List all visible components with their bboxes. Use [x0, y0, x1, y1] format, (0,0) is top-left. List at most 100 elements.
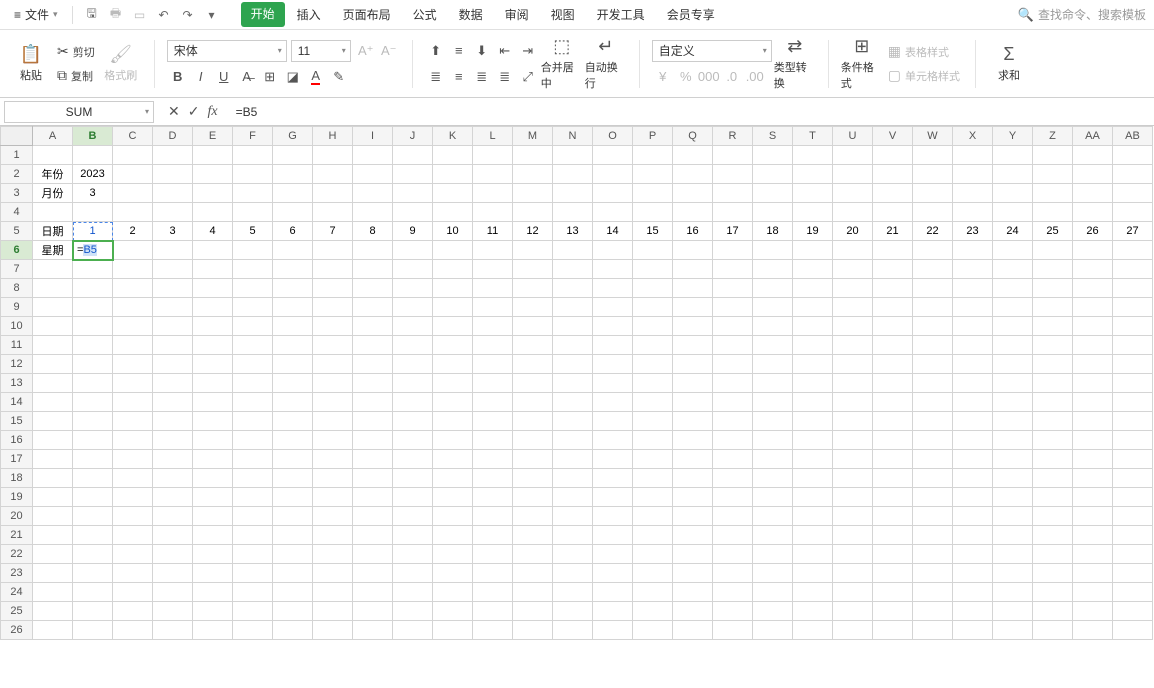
cell-X11[interactable] [953, 336, 993, 355]
cell-P22[interactable] [633, 545, 673, 564]
search-box[interactable]: 🔍 查找命令、搜索模板 [1018, 6, 1146, 23]
cell-P23[interactable] [633, 564, 673, 583]
cell-M25[interactable] [513, 602, 553, 621]
cell-G20[interactable] [273, 507, 313, 526]
cell-R9[interactable] [713, 298, 753, 317]
cell-R4[interactable] [713, 203, 753, 222]
cell-O3[interactable] [593, 184, 633, 203]
cell-F5[interactable]: 5 [233, 222, 273, 241]
cell-X8[interactable] [953, 279, 993, 298]
cell-AB10[interactable] [1113, 317, 1153, 336]
cell-R3[interactable] [713, 184, 753, 203]
cell-Y25[interactable] [993, 602, 1033, 621]
cell-B18[interactable] [73, 469, 113, 488]
cell-V16[interactable] [873, 431, 913, 450]
row-header[interactable]: 7 [1, 260, 33, 279]
cell-R17[interactable] [713, 450, 753, 469]
cell-Q20[interactable] [673, 507, 713, 526]
cell-T26[interactable] [793, 621, 833, 640]
cell-P25[interactable] [633, 602, 673, 621]
column-header[interactable]: Y [993, 127, 1033, 146]
column-header[interactable]: D [153, 127, 193, 146]
cell-B16[interactable] [73, 431, 113, 450]
cell-W23[interactable] [913, 564, 953, 583]
cell-L18[interactable] [473, 469, 513, 488]
cell-D24[interactable] [153, 583, 193, 602]
row-header[interactable]: 2 [1, 165, 33, 184]
cell-L26[interactable] [473, 621, 513, 640]
cell-O16[interactable] [593, 431, 633, 450]
cell-W16[interactable] [913, 431, 953, 450]
cell-I2[interactable] [353, 165, 393, 184]
tab-formulas[interactable]: 公式 [403, 2, 447, 27]
cell-AA7[interactable] [1073, 260, 1113, 279]
cell-E18[interactable] [193, 469, 233, 488]
cell-E6[interactable] [193, 241, 233, 260]
cell-W11[interactable] [913, 336, 953, 355]
cell-I17[interactable] [353, 450, 393, 469]
cell-W21[interactable] [913, 526, 953, 545]
cell-AB11[interactable] [1113, 336, 1153, 355]
border-icon[interactable]: ⊞ [259, 66, 281, 88]
cell-C25[interactable] [113, 602, 153, 621]
cell-Y7[interactable] [993, 260, 1033, 279]
font-size-select[interactable]: 11▾ [291, 40, 351, 62]
fx-icon[interactable]: fx [207, 104, 217, 120]
cell-L7[interactable] [473, 260, 513, 279]
cell-T11[interactable] [793, 336, 833, 355]
cell-A7[interactable] [33, 260, 73, 279]
cell-Y20[interactable] [993, 507, 1033, 526]
cell-C10[interactable] [113, 317, 153, 336]
sum-button[interactable]: Σ 求和 [988, 36, 1030, 92]
cell-V22[interactable] [873, 545, 913, 564]
column-header[interactable]: F [233, 127, 273, 146]
cell-N23[interactable] [553, 564, 593, 583]
cell-AB8[interactable] [1113, 279, 1153, 298]
cell-AB9[interactable] [1113, 298, 1153, 317]
cell-F24[interactable] [233, 583, 273, 602]
align-center-icon[interactable]: ≡ [448, 66, 470, 88]
cell-V5[interactable]: 21 [873, 222, 913, 241]
cell-B3[interactable]: 3 [73, 184, 113, 203]
paste-button[interactable]: 📋 粘贴 [10, 36, 52, 92]
cell-E26[interactable] [193, 621, 233, 640]
cell-E2[interactable] [193, 165, 233, 184]
cell-U9[interactable] [833, 298, 873, 317]
cell-N12[interactable] [553, 355, 593, 374]
cell-G1[interactable] [273, 146, 313, 165]
cell-P2[interactable] [633, 165, 673, 184]
cell-C16[interactable] [113, 431, 153, 450]
cell-I12[interactable] [353, 355, 393, 374]
cell-K17[interactable] [433, 450, 473, 469]
cell-J18[interactable] [393, 469, 433, 488]
cell-AB18[interactable] [1113, 469, 1153, 488]
cell-H20[interactable] [313, 507, 353, 526]
cell-R11[interactable] [713, 336, 753, 355]
cell-I20[interactable] [353, 507, 393, 526]
column-header[interactable]: L [473, 127, 513, 146]
cell-AA12[interactable] [1073, 355, 1113, 374]
column-header[interactable]: W [913, 127, 953, 146]
cell-Z2[interactable] [1033, 165, 1073, 184]
cell-X12[interactable] [953, 355, 993, 374]
cell-N26[interactable] [553, 621, 593, 640]
cell-V14[interactable] [873, 393, 913, 412]
cell-N17[interactable] [553, 450, 593, 469]
cell-N13[interactable] [553, 374, 593, 393]
cell-Y21[interactable] [993, 526, 1033, 545]
cell-Q13[interactable] [673, 374, 713, 393]
cell-O8[interactable] [593, 279, 633, 298]
row-header[interactable]: 6 [1, 241, 33, 260]
row-header[interactable]: 16 [1, 431, 33, 450]
cell-H19[interactable] [313, 488, 353, 507]
row-header[interactable]: 10 [1, 317, 33, 336]
cell-W4[interactable] [913, 203, 953, 222]
cell-Q22[interactable] [673, 545, 713, 564]
cell-Q26[interactable] [673, 621, 713, 640]
cell-N22[interactable] [553, 545, 593, 564]
cell-Z7[interactable] [1033, 260, 1073, 279]
cell-X16[interactable] [953, 431, 993, 450]
cell-F21[interactable] [233, 526, 273, 545]
cell-H16[interactable] [313, 431, 353, 450]
cell-S10[interactable] [753, 317, 793, 336]
